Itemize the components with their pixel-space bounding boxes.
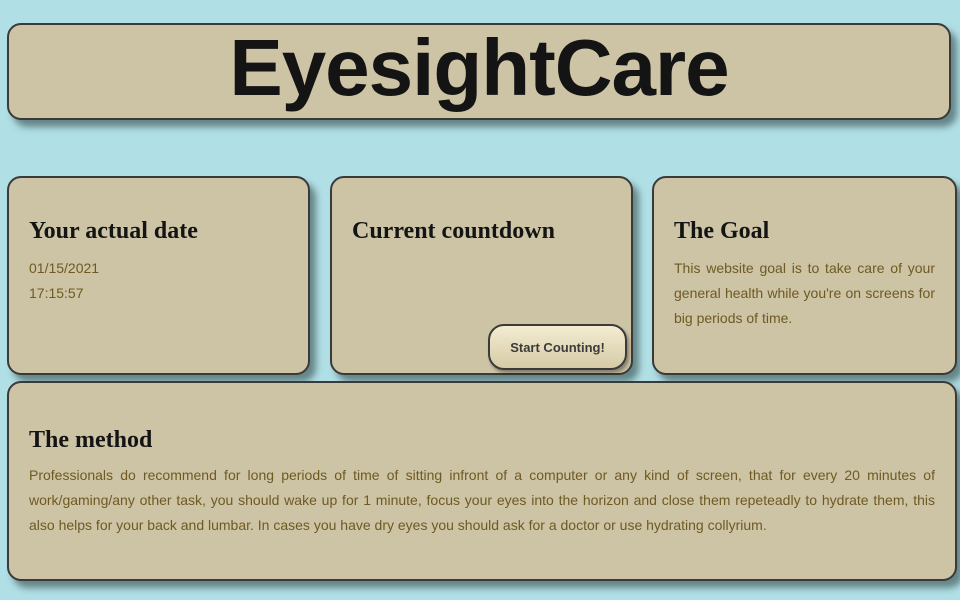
site-title: EyesightCare	[229, 23, 729, 112]
goal-description: This website goal is to take care of you…	[674, 260, 935, 326]
goal-card-heading: The Goal	[674, 218, 770, 244]
goal-card: The Goal This website goal is to take ca…	[652, 176, 957, 375]
current-time: 17:15:57	[29, 285, 84, 301]
date-display: 01/15/2021 17:15:57	[29, 256, 99, 306]
countdown-card-heading: Current countdown	[352, 218, 555, 244]
date-card-heading: Your actual date	[29, 218, 198, 244]
countdown-card: Current countdown Start Counting!	[330, 176, 633, 375]
method-description: Professionals do recommend for long peri…	[29, 467, 935, 533]
method-card-heading: The method	[29, 427, 153, 453]
current-date: 01/15/2021	[29, 260, 100, 276]
date-card: Your actual date 01/15/2021 17:15:57	[7, 176, 310, 375]
site-header: EyesightCare	[7, 23, 951, 120]
start-counting-button[interactable]: Start Counting!	[488, 324, 627, 370]
method-card: The method Professionals do recommend fo…	[7, 381, 957, 581]
